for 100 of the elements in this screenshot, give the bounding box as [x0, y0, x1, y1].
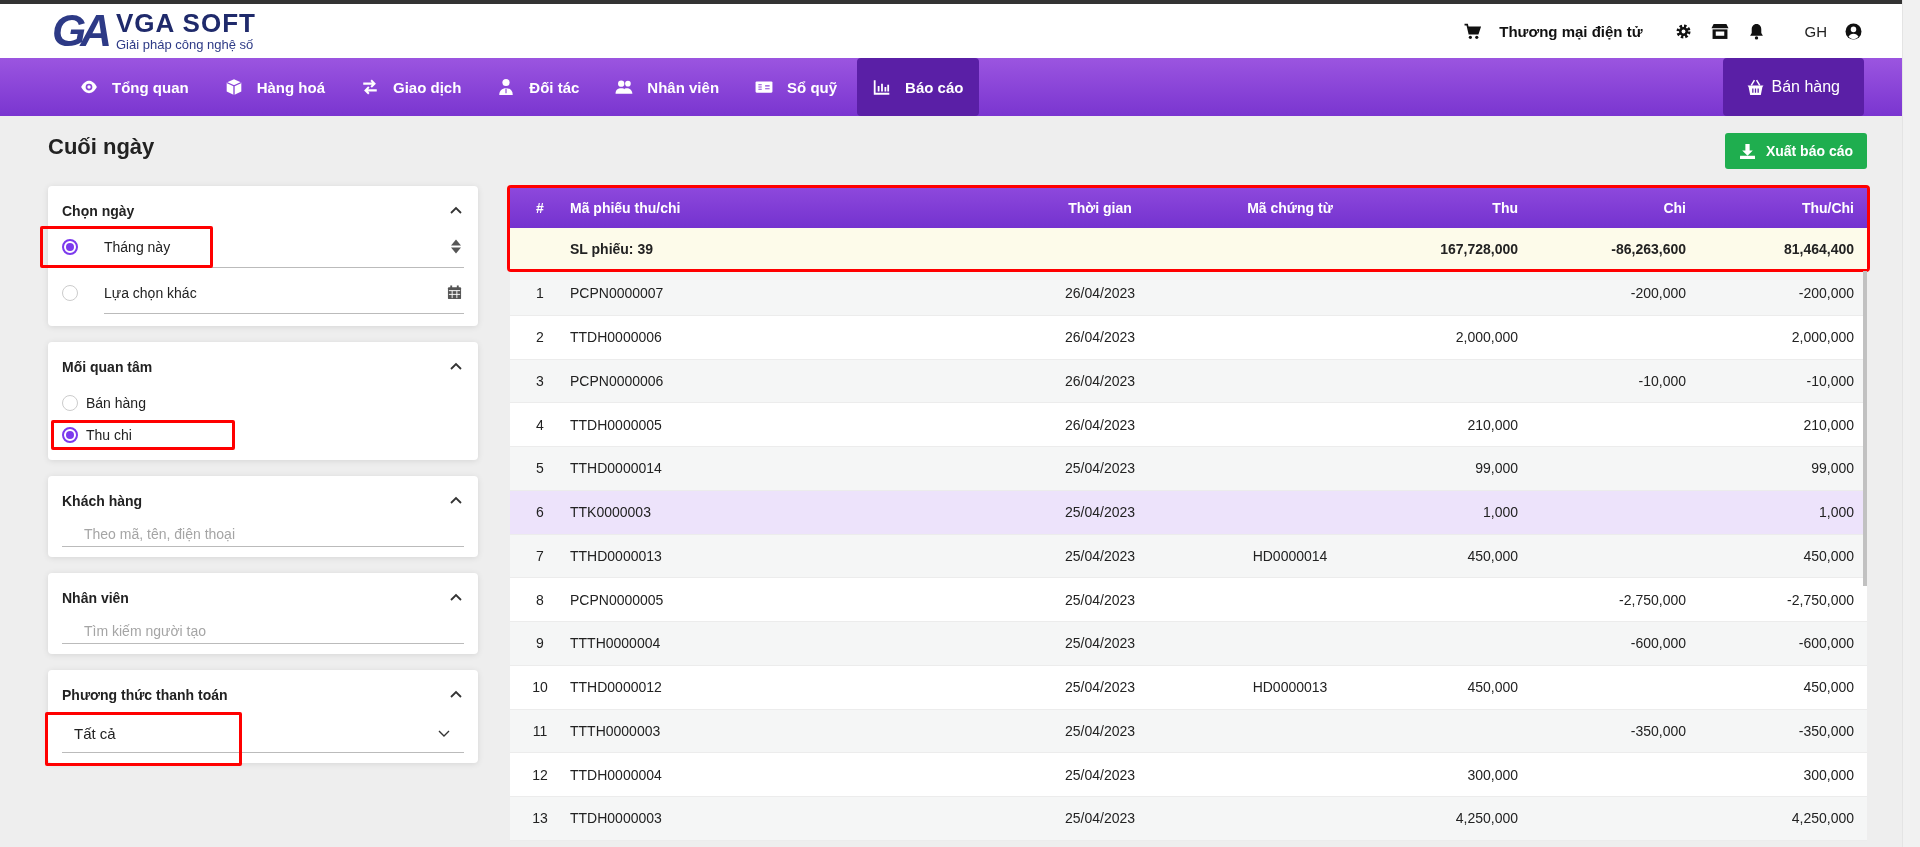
table-cell-text: 26/04/2023	[1063, 329, 1137, 346]
user-initials[interactable]: GH	[1804, 22, 1827, 40]
date-option-field[interactable]: Lựa chọn khác	[104, 272, 464, 314]
nav-tab[interactable]: Đối tác	[481, 58, 596, 116]
table-cell-text: 450,000	[1466, 679, 1518, 696]
nav-tab[interactable]: Giao dịch	[345, 58, 478, 116]
scrollbar-thumb[interactable]	[1863, 271, 1867, 586]
logo-mark: GA	[52, 9, 106, 53]
sell-button[interactable]: Bán hàng	[1722, 58, 1864, 116]
table-cell-text: TTTH0000004	[570, 635, 662, 652]
table-cell-text: 99,000	[1810, 460, 1854, 477]
filter-title: Khách hàng	[62, 493, 143, 509]
table-cell-text: PCPN0000005	[570, 591, 665, 608]
radio-button[interactable]	[62, 427, 78, 443]
table-cell-text: 450,000	[1802, 547, 1854, 564]
column-header[interactable]: Thu/Chi	[1686, 200, 1854, 216]
table-cell-text: 4	[535, 416, 545, 433]
table-cell-text: TTDH0000004	[570, 766, 663, 783]
table-cell-text: 1,000	[1481, 504, 1518, 521]
bell-icon[interactable]	[1747, 22, 1765, 40]
nav-tab[interactable]: Tổng quan	[64, 58, 205, 116]
brand-name: VGA SOFT	[116, 9, 256, 38]
column-header[interactable]: Chi	[1518, 200, 1686, 216]
table-cell-text: -600,000	[1797, 635, 1854, 652]
table-cell-text: 2,000,000	[1454, 329, 1518, 346]
nav-tab[interactable]: Báo cáo	[857, 58, 980, 116]
table-cell-text: 8	[535, 591, 545, 608]
table-cell-text: TTTH0000003	[570, 722, 662, 739]
table-cell-text: TTHD0000013	[570, 547, 663, 564]
table-cell-text: 4,250,000	[1454, 810, 1518, 827]
search-field[interactable]: Tìm kiếm người tạo	[62, 619, 464, 644]
table-row[interactable]: 8 PCPN0000005 25/04/2023 -2,750,000 -2,750,000	[510, 578, 1867, 622]
column-header[interactable]: Mã phiếu thu/chi	[570, 200, 1030, 216]
option-label[interactable]: Bán hàng	[86, 395, 146, 411]
radio-button[interactable]	[62, 239, 78, 255]
sort-icon	[450, 238, 462, 255]
table-row[interactable]: 11 TTTH0000003 25/04/2023 -350,000 -350,000	[510, 709, 1867, 754]
table-cell-text: 11	[531, 722, 549, 739]
table-cell-text: HD0000014	[1251, 547, 1329, 564]
table-cell-text: TTHD0000012	[570, 679, 663, 696]
dropdown-field[interactable]: Tất cả	[62, 714, 464, 753]
table-cell-text: 12	[531, 766, 549, 783]
ecommerce-link[interactable]: Thương mại điện tử	[1499, 22, 1643, 40]
table-cell-text: 81,464,400	[1782, 240, 1854, 257]
column-header[interactable]: #	[510, 200, 570, 216]
search-field[interactable]: Theo mã, tên, điện thoại	[62, 522, 464, 547]
table-row[interactable]: 13 TTDH0000003 25/04/2023 4,250,000 4,250,000	[510, 797, 1867, 841]
table-cell-text: 3	[535, 372, 545, 389]
table-cell-text: TTDH0000006	[570, 329, 663, 346]
table-cell-text: -350,000	[1629, 722, 1686, 739]
table-row[interactable]: 9 TTTH0000004 25/04/2023 -600,000 -600,000	[510, 622, 1867, 666]
table-cell-text: 25/04/2023	[1063, 635, 1137, 652]
option-label[interactable]: Thu chi	[86, 427, 132, 443]
table-cell-text: 25/04/2023	[1063, 591, 1137, 608]
nav-tab[interactable]: Sổ quỹ	[739, 58, 854, 116]
table-cell-text: -600,000	[1629, 635, 1686, 652]
store-icon[interactable]	[1709, 22, 1730, 40]
bar-chart-icon	[873, 78, 892, 96]
basket-icon	[1746, 78, 1764, 96]
nav-tab[interactable]: Nhân viên	[599, 58, 736, 116]
table-cell-text: PCPN0000007	[570, 285, 665, 302]
column-header[interactable]: Mã chứng từ	[1170, 200, 1410, 216]
table-row[interactable]: 10 TTHD0000012 25/04/2023 HD0000013 450,000 450,000	[510, 665, 1867, 710]
nav-tab[interactable]: Hàng hoá	[208, 58, 341, 116]
table-cell-text: PCPN0000006	[570, 372, 665, 389]
table-cell-text: 25/04/2023	[1063, 766, 1137, 783]
cart-icon[interactable]	[1464, 22, 1482, 40]
table-cell-text: 1,000	[1817, 504, 1854, 521]
table-cell-text: 210,000	[1802, 416, 1854, 433]
table-cell-text: 26/04/2023	[1063, 285, 1137, 302]
table-cell-text: -2,750,000	[1618, 591, 1686, 608]
eye-icon	[80, 78, 98, 96]
table-cell-text: -10,000	[1805, 372, 1854, 389]
brand-tagline: Giải pháp công nghệ số	[116, 37, 255, 53]
date-option-field[interactable]: Tháng này	[104, 226, 464, 268]
swap-arrows-icon	[361, 78, 379, 96]
table-cell-text: TTDH0000005	[570, 416, 663, 433]
table-cell-text: 450,000	[1802, 679, 1854, 696]
table-cell-text: 25/04/2023	[1063, 679, 1137, 696]
calendar-icon[interactable]	[447, 284, 462, 301]
table-cell-text: 210,000	[1466, 416, 1518, 433]
table-cell-text: HD0000013	[1251, 679, 1329, 696]
table-cell-text: 25/04/2023	[1063, 460, 1137, 477]
table-cell-text: 7	[535, 547, 545, 564]
table-cell-text: 25/04/2023	[1063, 547, 1137, 564]
table-cell-text: -200,000	[1797, 285, 1854, 302]
user-avatar-icon[interactable]	[1845, 22, 1862, 40]
filter-title: Chọn ngày	[62, 203, 135, 219]
table-cell-text: 4,250,000	[1790, 810, 1854, 827]
table-cell-text: 13	[531, 810, 549, 827]
table-cell-text: 2	[535, 329, 545, 346]
table-cell-text: 9	[535, 635, 545, 652]
table-cell-text: -2,750,000	[1786, 591, 1854, 608]
filter-title: Mối quan tâm	[62, 359, 153, 375]
table-row[interactable]: 12 TTDH0000004 25/04/2023 300,000 300,000	[510, 753, 1867, 797]
column-header[interactable]: Thu	[1410, 200, 1518, 216]
column-header[interactable]: Thời gian	[1030, 200, 1170, 216]
table-cell-text: 99,000	[1474, 460, 1518, 477]
settings-icon[interactable]	[1674, 22, 1692, 40]
person-icon	[497, 78, 516, 96]
